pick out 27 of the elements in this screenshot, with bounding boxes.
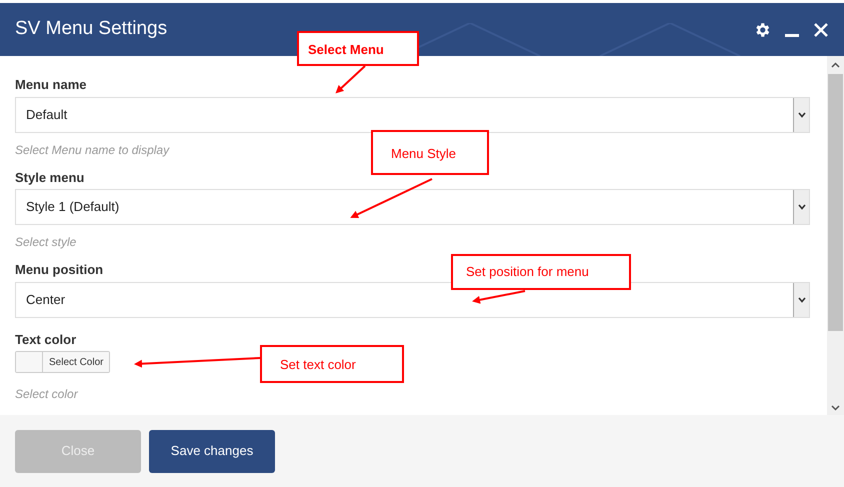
field-label: Text color xyxy=(15,330,76,348)
chevron-down-icon xyxy=(798,204,806,210)
scrollbar[interactable] xyxy=(827,56,844,415)
annotation-arrow xyxy=(336,65,366,94)
scroll-down-icon[interactable] xyxy=(831,405,840,411)
annotation-arrow xyxy=(472,290,526,304)
field-label: Menu name xyxy=(15,76,87,94)
dropdown-field[interactable]: Style 1 (Default) xyxy=(15,189,810,225)
annotation-callout: Select Menu xyxy=(297,31,419,66)
field-hint: Select Menu name to display xyxy=(15,142,170,158)
field-hint: Select style xyxy=(15,234,76,251)
annotation-callout: Set text color xyxy=(260,345,404,383)
annotation-callout: Set position for menu xyxy=(451,254,631,290)
chevron-down-icon xyxy=(798,112,806,118)
dropdown-field[interactable]: Default xyxy=(15,96,810,132)
field-label: Menu position xyxy=(15,261,104,279)
dropdown-field[interactable]: Center xyxy=(15,282,810,318)
annotation-callout: Menu Style xyxy=(371,130,489,175)
scroll-up-icon[interactable] xyxy=(831,62,840,68)
save-changes-button[interactable]: Save changes xyxy=(149,430,275,472)
field-label: Style menu xyxy=(15,168,84,187)
chevron-down-icon xyxy=(798,296,806,302)
scrollbar-thumb[interactable] xyxy=(828,74,843,331)
close-icon[interactable] xyxy=(813,22,829,38)
field-hint: Select color xyxy=(15,386,78,403)
window-title: SV Menu Settings xyxy=(15,17,168,42)
color-picker-button[interactable]: Select Color xyxy=(15,351,110,373)
